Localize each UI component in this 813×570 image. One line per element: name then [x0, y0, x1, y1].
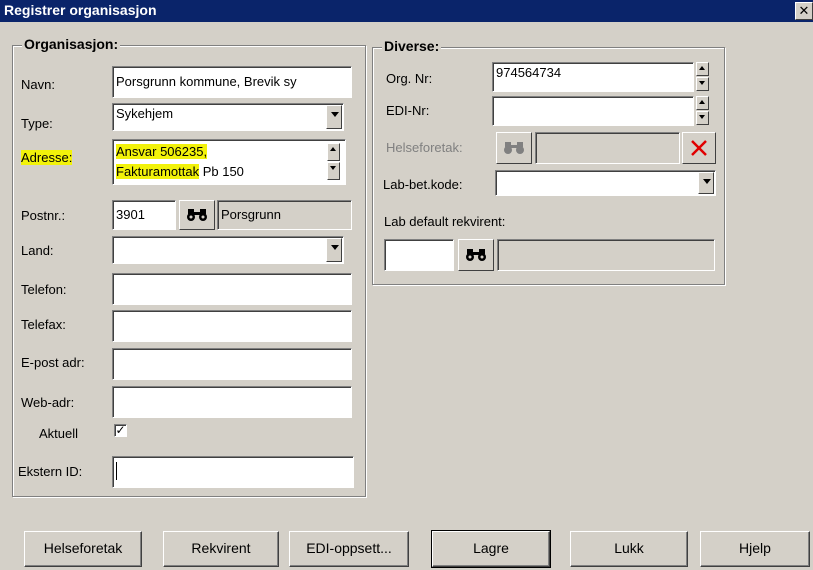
- labdef-search-button[interactable]: [458, 239, 494, 271]
- type-value: Sykehjem: [116, 106, 174, 121]
- adresse-label: Adresse:: [21, 150, 73, 165]
- title-bar: Registrer organisasjon ✕: [0, 0, 813, 22]
- postnr-label: Postnr.:: [21, 208, 66, 223]
- adresse-line2-highlighted: Fakturamottak: [116, 164, 200, 179]
- lukk-button[interactable]: Lukk: [570, 531, 688, 567]
- poststed-field: Porsgrunn: [217, 200, 352, 230]
- helseforetak-search-button: [496, 132, 532, 164]
- organisasjon-legend: Organisasjon:: [22, 36, 121, 52]
- binoculars-icon: [466, 249, 486, 261]
- window-title: Registrer organisasjon: [4, 2, 157, 18]
- orgnr-label: Org. Nr:: [386, 71, 433, 86]
- close-icon[interactable]: ✕: [795, 2, 813, 20]
- labbet-select[interactable]: [495, 170, 716, 196]
- epost-label: E-post adr:: [21, 355, 85, 370]
- orgnr-spin-down[interactable]: [696, 77, 709, 91]
- adresse-line1: Ansvar 506235,: [116, 144, 208, 159]
- ekstern-label: Ekstern ID:: [18, 464, 83, 479]
- edi-oppsett-button[interactable]: EDI-oppsett...: [289, 531, 409, 567]
- land-select[interactable]: [112, 236, 344, 264]
- binoculars-icon: [504, 142, 524, 154]
- chevron-down-icon[interactable]: [326, 105, 342, 129]
- labbet-label: Lab-bet.kode:: [383, 177, 463, 192]
- telefon-label: Telefon:: [21, 282, 67, 297]
- chevron-down-icon[interactable]: [326, 238, 342, 262]
- navn-field[interactable]: Porsgrunn kommune, Brevik sy: [112, 66, 352, 98]
- telefon-field[interactable]: [112, 273, 352, 305]
- postnr-field[interactable]: 3901: [112, 200, 176, 230]
- ekstern-field[interactable]: [112, 456, 354, 488]
- type-label: Type:: [21, 116, 53, 131]
- web-field[interactable]: [112, 386, 352, 418]
- postnr-search-button[interactable]: [179, 200, 215, 230]
- telefax-field[interactable]: [112, 310, 352, 342]
- lagre-button[interactable]: Lagre: [431, 530, 551, 568]
- orgnr-field[interactable]: 974564734: [492, 62, 694, 92]
- adresse-scroll-down[interactable]: [327, 162, 340, 180]
- labdef-label: Lab default rekvirent:: [384, 214, 506, 229]
- epost-field[interactable]: [112, 348, 352, 380]
- type-select[interactable]: Sykehjem: [112, 103, 344, 131]
- helseforetak-button[interactable]: Helseforetak: [24, 531, 142, 567]
- telefax-label: Telefax:: [21, 317, 66, 332]
- aktuell-checkbox[interactable]: ✓: [114, 424, 127, 437]
- rekvirent-button[interactable]: Rekvirent: [163, 531, 279, 567]
- hjelp-button[interactable]: Hjelp: [700, 531, 810, 567]
- web-label: Web-adr:: [21, 395, 75, 410]
- land-label: Land:: [21, 243, 54, 258]
- edinr-label: EDI-Nr:: [386, 103, 430, 118]
- binoculars-icon: [187, 209, 207, 221]
- orgnr-spin-up[interactable]: [696, 62, 709, 76]
- labdef-name-field: [497, 239, 715, 271]
- chevron-down-icon[interactable]: [698, 172, 714, 194]
- helseforetak-label: Helseforetak:: [386, 140, 463, 155]
- edinr-spin-down[interactable]: [696, 111, 709, 125]
- adresse-scroll-up[interactable]: [327, 143, 340, 161]
- adresse-textarea[interactable]: Ansvar 506235, Fakturamottak Pb 150: [112, 139, 346, 185]
- diverse-legend: Diverse:: [382, 38, 442, 54]
- edinr-field[interactable]: [492, 96, 694, 126]
- edinr-spin-up[interactable]: [696, 96, 709, 110]
- navn-label: Navn:: [21, 77, 55, 92]
- adresse-line2-rest: Pb 150: [199, 164, 244, 179]
- red-x-icon: [691, 140, 707, 156]
- labdef-code-field[interactable]: [384, 239, 454, 271]
- helseforetak-field: [535, 132, 680, 164]
- aktuell-label: Aktuell: [39, 426, 79, 441]
- text-cursor: [116, 462, 117, 480]
- helseforetak-clear-button[interactable]: [682, 132, 716, 164]
